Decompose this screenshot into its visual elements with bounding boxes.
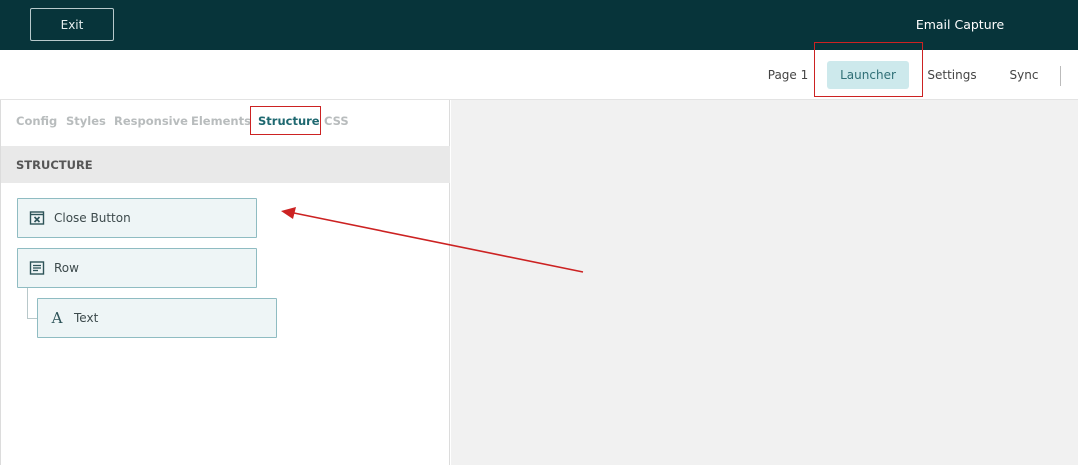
tree-connector [27, 318, 37, 319]
close-box-icon [28, 209, 46, 227]
nav-divider [1060, 66, 1061, 86]
tree-item-label: Row [54, 261, 79, 275]
tab-styles[interactable]: Styles [66, 114, 106, 128]
tree-item-close-button[interactable]: Close Button [17, 198, 257, 238]
section-header: STRUCTURE [1, 146, 450, 183]
tree-connector [27, 288, 28, 318]
tree-item-row[interactable]: Row [17, 248, 257, 288]
text-icon: A [51, 309, 63, 327]
tree-item-label: Close Button [54, 211, 131, 225]
page: Exit Email Capture Page 1 Launcher Setti… [0, 0, 1078, 465]
nav-page-1[interactable]: Page 1 [760, 61, 816, 89]
row-icon [28, 259, 46, 277]
highlight-box-structure [250, 106, 321, 135]
nav-settings[interactable]: Settings [922, 61, 982, 89]
exit-button[interactable]: Exit [30, 8, 114, 41]
panel-tabs: Config Styles Responsive Elements Struct… [1, 100, 450, 146]
preview-canvas[interactable] [451, 100, 1078, 465]
tree-item-text[interactable]: A Text [37, 298, 277, 338]
tab-config[interactable]: Config [16, 114, 57, 128]
tab-responsive[interactable]: Responsive [114, 114, 188, 128]
highlight-box-launcher [814, 42, 923, 97]
nav-sync[interactable]: Sync [1000, 61, 1048, 89]
left-panel: Config Styles Responsive Elements Struct… [0, 100, 450, 465]
tree-item-label: Text [74, 311, 99, 325]
tab-css[interactable]: CSS [324, 114, 349, 128]
tab-elements[interactable]: Elements [191, 114, 251, 128]
app-title: Email Capture [915, 17, 1005, 32]
